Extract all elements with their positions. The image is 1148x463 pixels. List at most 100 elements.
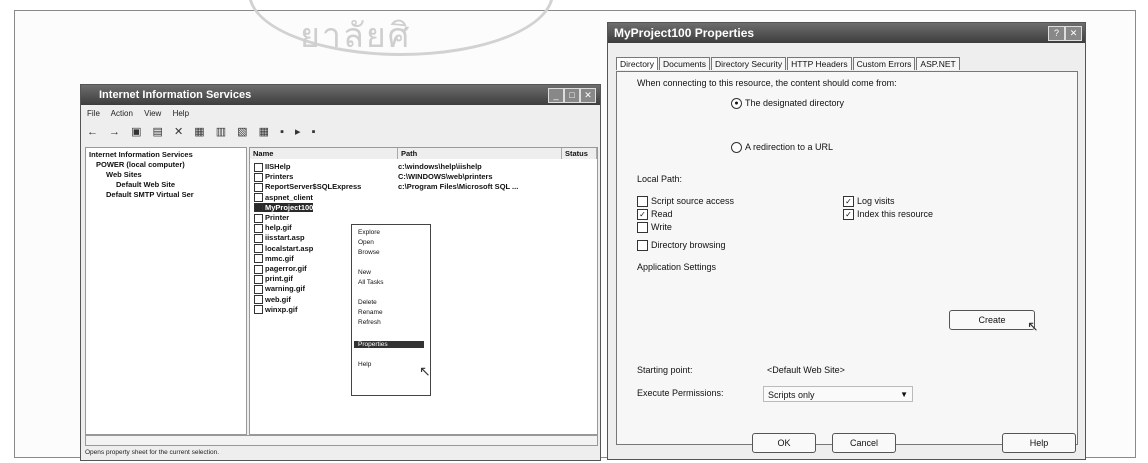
file-icon [254, 295, 263, 305]
check-log-visits[interactable]: ✓ Log visits [843, 196, 895, 208]
iis-toolbar[interactable]: ← → ▣ ▤ ✕ ▦ ▥ ▧ ▦ ▪ ▸ ▪ [87, 125, 320, 138]
list-item[interactable]: winxp.gif [254, 305, 298, 315]
file-icon [254, 182, 263, 192]
menu-help[interactable]: Help [173, 109, 189, 118]
close-icon[interactable]: ✕ [580, 88, 596, 103]
list-item[interactable]: Printer [254, 213, 289, 223]
list-item[interactable]: pagerror.gif [254, 264, 307, 274]
list-item-name: IISHelp [265, 162, 291, 171]
ctx-help[interactable]: Help [358, 361, 371, 368]
chevron-down-icon: ▼ [900, 390, 908, 399]
tree-item-web-sites[interactable]: Web Sites [106, 170, 142, 179]
ctx-properties[interactable]: Properties [354, 341, 424, 348]
file-icon [254, 244, 263, 254]
help-icon[interactable]: ? [1048, 26, 1065, 41]
ok-button[interactable]: OK [752, 433, 816, 453]
column-status[interactable]: Status [562, 148, 597, 159]
checkbox-checked-icon: ✓ [843, 209, 854, 221]
minimize-icon[interactable]: _ [548, 88, 564, 103]
column-name[interactable]: Name [250, 148, 398, 159]
execute-permissions-value: Scripts only [768, 390, 815, 400]
list-item[interactable]: IISHelp [254, 162, 290, 172]
list-item-path: C:\WINDOWS\web\printers [398, 172, 493, 182]
create-button[interactable]: Create [949, 310, 1035, 330]
tree-item-default-web-site[interactable]: Default Web Site [116, 180, 175, 189]
check-write[interactable]: Write [637, 222, 672, 234]
checkbox-icon [637, 196, 648, 208]
column-path[interactable]: Path [398, 148, 562, 159]
list-item[interactable]: localstart.asp [254, 244, 313, 254]
file-icon [254, 223, 263, 233]
menu-file[interactable]: File [87, 109, 100, 118]
ctx-open[interactable]: Open [358, 239, 374, 246]
tab-aspnet[interactable]: ASP.NET [916, 57, 960, 70]
ctx-new[interactable]: New [358, 269, 371, 276]
menu-action[interactable]: Action [111, 109, 133, 118]
iis-menubar: File Action View Help [87, 109, 198, 118]
ctx-refresh[interactable]: Refresh [358, 319, 381, 326]
list-item[interactable]: web.gif [254, 295, 291, 305]
execute-permissions-select[interactable]: Scripts only ▼ [763, 386, 913, 402]
list-item[interactable]: warning.gif [254, 284, 305, 294]
properties-dialog: MyProject100 Properties ? ✕ Directory Doc… [607, 22, 1086, 460]
file-icon [254, 162, 263, 172]
list-item[interactable]: mmc.gif [254, 254, 294, 264]
radio-unselected-icon [731, 142, 742, 154]
status-bar: Opens property sheet for the current sel… [85, 449, 220, 456]
checkbox-checked-icon: ✓ [637, 209, 648, 221]
cancel-button[interactable]: Cancel [832, 433, 896, 453]
list-item-name: ReportServer$SQLExpress [265, 182, 362, 192]
list-item-name: print.gif [265, 274, 293, 284]
tree-pane: Internet Information Services POWER (loc… [85, 147, 247, 435]
check-read[interactable]: ✓ Read [637, 209, 673, 221]
radio-designated[interactable]: ● The designated directory [731, 98, 844, 110]
list-item[interactable]: ReportServer$SQLExpress [254, 182, 361, 192]
tab-directory[interactable]: Directory [616, 57, 659, 70]
tree-item-smtp[interactable]: Default SMTP Virtual Ser [106, 190, 194, 199]
list-item[interactable]: help.gif [254, 223, 292, 233]
list-item[interactable]: MyProject100 [254, 202, 314, 213]
app-settings-label: Application Settings [637, 262, 717, 272]
list-item[interactable]: Printers [254, 172, 293, 182]
tree-item-computer[interactable]: POWER (local computer) [96, 160, 185, 169]
watermark-text: ยาลัยศิ [300, 16, 412, 56]
mouse-cursor-icon: ↖ [1027, 318, 1039, 334]
ctx-all-tasks[interactable]: All Tasks [358, 279, 384, 286]
ctx-explore[interactable]: Explore [358, 229, 380, 236]
file-icon [254, 274, 263, 284]
list-item[interactable]: aspnet_client [254, 193, 313, 203]
iis-title: Internet Information Services [81, 85, 600, 105]
horizontal-scrollbar[interactable] [85, 435, 598, 446]
help-button[interactable]: Help [1002, 433, 1076, 453]
list-item-name: web.gif [265, 294, 291, 304]
ctx-rename[interactable]: Rename [358, 309, 383, 316]
iis-window: Internet Information Services _ □ ✕ File… [80, 84, 601, 461]
radio-redirect[interactable]: A redirection to a URL [731, 142, 833, 154]
tab-http-headers[interactable]: HTTP Headers [787, 57, 852, 70]
file-icon [254, 172, 263, 182]
tab-custom-errors[interactable]: Custom Errors [852, 57, 916, 70]
check-write-label: Write [651, 222, 672, 232]
menu-view[interactable]: View [144, 109, 161, 118]
intro-text: When connecting to this resource, the co… [637, 78, 897, 88]
check-script-source[interactable]: Script source access [637, 196, 734, 208]
list-item[interactable]: iisstart.asp [254, 233, 305, 243]
ctx-browse[interactable]: Browse [358, 249, 380, 256]
ctx-delete[interactable]: Delete [358, 299, 377, 306]
list-item-name: aspnet_client [265, 192, 313, 202]
dialog-title: MyProject100 Properties [608, 23, 1085, 43]
tab-directory-security[interactable]: Directory Security [711, 57, 787, 70]
list-item[interactable]: print.gif [254, 274, 293, 284]
close-icon[interactable]: ✕ [1065, 26, 1082, 41]
list-item-name: winxp.gif [265, 304, 298, 314]
tree-item-iis[interactable]: Internet Information Services [89, 150, 193, 159]
list-item-path: c:\windows\help\iishelp [398, 162, 482, 171]
check-dir-browsing[interactable]: Directory browsing [637, 240, 726, 252]
file-icon [254, 213, 263, 223]
maximize-icon[interactable]: □ [564, 88, 580, 103]
tab-documents[interactable]: Documents [659, 57, 711, 70]
execute-permissions-label: Execute Permissions: [637, 388, 724, 398]
checkbox-checked-icon: ✓ [843, 196, 854, 208]
starting-point-value: <Default Web Site> [767, 365, 845, 375]
check-index[interactable]: ✓ Index this resource [843, 209, 933, 221]
